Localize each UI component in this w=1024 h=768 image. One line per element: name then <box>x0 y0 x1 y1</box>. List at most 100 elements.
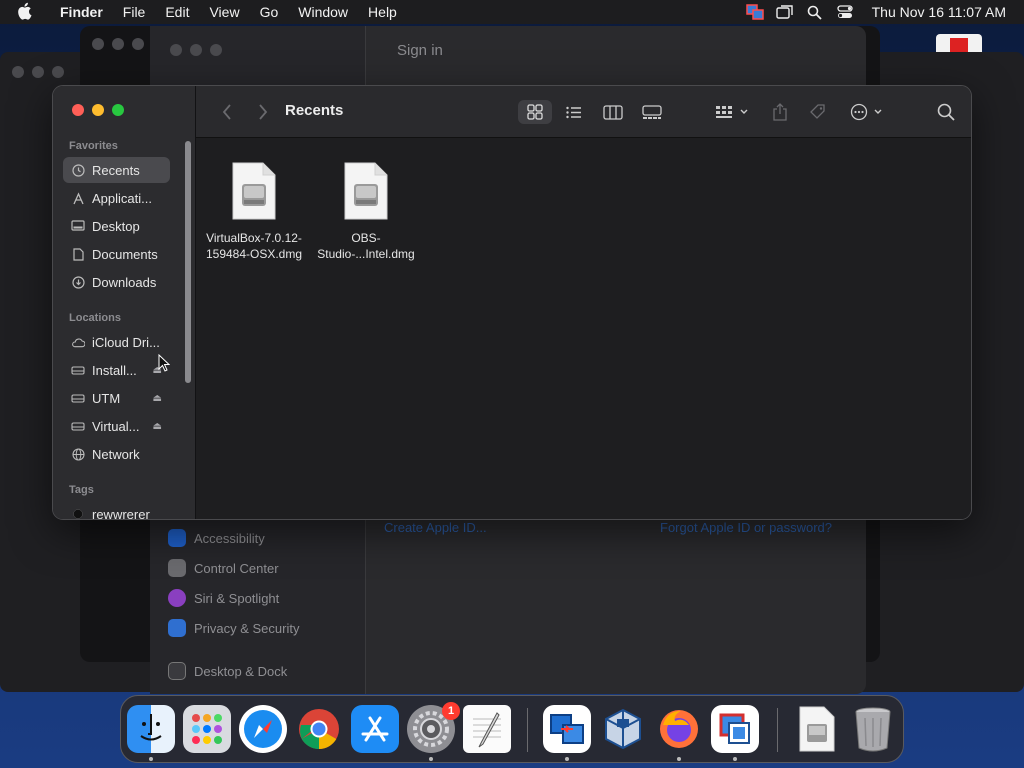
sidebar-item-tag[interactable]: rewwrerer <box>63 501 170 520</box>
sidebar-item-desktop[interactable]: Desktop <box>63 213 170 239</box>
file-item[interactable]: VirtualBox-7.0.12- 159484-OSX.dmg <box>199 162 309 262</box>
sidebar-item-label: Recents <box>92 162 140 178</box>
menu-view[interactable]: View <box>199 4 249 20</box>
sidebar-header-locations: Locations <box>69 312 121 324</box>
sidebar-item-label: Network <box>92 446 140 462</box>
forward-button[interactable] <box>252 100 274 124</box>
sidebar-item-virtual[interactable]: Virtual... ⏏ <box>63 413 170 439</box>
window-traffic-lights <box>72 104 124 116</box>
disk-image-icon[interactable] <box>793 705 841 753</box>
settings-item-desktop-dock[interactable]: Desktop & Dock <box>168 662 287 680</box>
sidebar-item-applications[interactable]: Applicati... <box>63 185 170 211</box>
background-traffic-lights <box>92 38 144 50</box>
search-icon[interactable] <box>932 100 960 124</box>
menu-help[interactable]: Help <box>358 4 407 20</box>
sidebar-item-icloud[interactable]: iCloud Dri... <box>63 329 170 355</box>
sidebar-item-label: Virtual... <box>92 418 140 434</box>
file-name-line2: Studio-...Intel.dmg <box>317 247 415 261</box>
menu-app-name[interactable]: Finder <box>50 4 113 20</box>
sidebar-header-tags: Tags <box>69 484 94 496</box>
menu-go[interactable]: Go <box>250 4 289 20</box>
column-view-button[interactable] <box>599 100 627 124</box>
screen-sharing-icon[interactable] <box>543 705 591 753</box>
group-by-button[interactable] <box>712 100 752 124</box>
forgot-apple-id-link[interactable]: Forgot Apple ID or password? <box>660 520 832 535</box>
sidebar-scrollbar[interactable] <box>185 141 191 383</box>
sidebar-item-recents[interactable]: Recents <box>63 157 170 183</box>
file-item[interactable]: OBS- Studio-...Intel.dmg <box>311 162 421 262</box>
eject-icon[interactable]: ⏏ <box>153 393 162 404</box>
running-indicator <box>677 757 681 761</box>
firefox-icon[interactable] <box>655 705 703 753</box>
settings-item-control-center[interactable]: Control Center <box>168 559 279 577</box>
disk-image-file-icon <box>232 162 276 220</box>
gallery-view-button[interactable] <box>638 100 666 124</box>
settings-item-label: Control Center <box>194 560 279 576</box>
menu-edit[interactable]: Edit <box>155 4 199 20</box>
launchpad-icon[interactable] <box>183 705 231 753</box>
drive-icon <box>71 419 85 433</box>
trash-icon[interactable] <box>849 705 897 753</box>
applications-icon <box>71 191 85 205</box>
sidebar-item-label: rewwrerer <box>92 506 150 520</box>
settings-item-siri[interactable]: Siri & Spotlight <box>168 589 279 607</box>
maximize-button[interactable] <box>112 104 124 116</box>
finder-content: VirtualBox-7.0.12- 159484-OSX.dmg OBS- Stu… <box>196 138 971 519</box>
sidebar-item-downloads[interactable]: Downloads <box>63 269 170 295</box>
sidebar-item-utm[interactable]: UTM ⏏ <box>63 385 170 411</box>
sidebar-item-install[interactable]: Install... ⏏ <box>63 357 170 383</box>
file-name-line1: OBS- <box>351 231 381 245</box>
action-menu-button[interactable] <box>848 100 888 124</box>
apple-menu-icon[interactable] <box>16 2 42 23</box>
settings-traffic-lights <box>170 44 222 56</box>
sidebar-item-label: iCloud Dri... <box>92 334 160 350</box>
minimize-button[interactable] <box>92 104 104 116</box>
sidebar-item-label: Install... <box>92 362 137 378</box>
sidebar-item-label: Desktop <box>92 218 140 234</box>
close-button[interactable] <box>72 104 84 116</box>
icon-view-button[interactable] <box>518 100 552 124</box>
settings-item-label: Siri & Spotlight <box>194 590 280 606</box>
tag-icon[interactable] <box>806 100 830 124</box>
finder-window: Favorites Recents Applicati... Desktop D… <box>52 85 972 520</box>
running-indicator <box>429 757 433 761</box>
mirror-icon[interactable] <box>770 5 800 19</box>
control-center-icon[interactable] <box>830 5 860 19</box>
create-apple-id-link[interactable]: Create Apple ID... <box>384 520 487 535</box>
share-icon[interactable] <box>768 100 792 124</box>
settings-item-label: Desktop & Dock <box>194 663 288 679</box>
safari-icon[interactable] <box>239 705 287 753</box>
cloud-icon <box>71 335 85 349</box>
running-indicator <box>565 757 569 761</box>
list-view-button[interactable] <box>560 100 588 124</box>
sidebar-item-label: UTM <box>92 390 121 406</box>
textedit-icon[interactable] <box>463 705 511 753</box>
tag-dot-icon <box>71 507 85 519</box>
virtualbox-icon[interactable] <box>599 705 647 753</box>
finder-icon[interactable] <box>127 705 175 753</box>
remote-desktop-icon[interactable] <box>711 705 759 753</box>
spotlight-icon[interactable] <box>800 5 830 20</box>
app-store-icon[interactable] <box>351 705 399 753</box>
settings-item-accessibility[interactable]: Accessibility <box>168 529 265 547</box>
settings-item-privacy[interactable]: Privacy & Security <box>168 619 299 637</box>
running-indicator <box>733 757 737 761</box>
finder-sidebar: Favorites Recents Applicati... Desktop D… <box>53 86 196 519</box>
menu-window[interactable]: Window <box>288 4 358 20</box>
chrome-icon[interactable] <box>295 705 343 753</box>
back-button[interactable] <box>216 100 238 124</box>
sidebar-item-label: Downloads <box>92 274 157 290</box>
sidebar-item-network[interactable]: Network <box>63 441 170 467</box>
sidebar-item-documents[interactable]: Documents <box>63 241 170 267</box>
running-indicator <box>149 757 153 761</box>
eject-icon[interactable]: ⏏ <box>153 421 162 432</box>
window-title: Recents <box>285 102 344 119</box>
menu-file[interactable]: File <box>113 4 156 20</box>
screen-share-icon[interactable] <box>740 4 770 20</box>
sidebar-header-favorites: Favorites <box>69 140 118 152</box>
dock <box>120 695 904 763</box>
disk-image-file-icon <box>344 162 388 220</box>
desktop-icon <box>71 219 85 233</box>
drive-icon <box>71 391 85 405</box>
menu-clock[interactable]: Thu Nov 16 11:07 AM <box>860 4 1024 20</box>
